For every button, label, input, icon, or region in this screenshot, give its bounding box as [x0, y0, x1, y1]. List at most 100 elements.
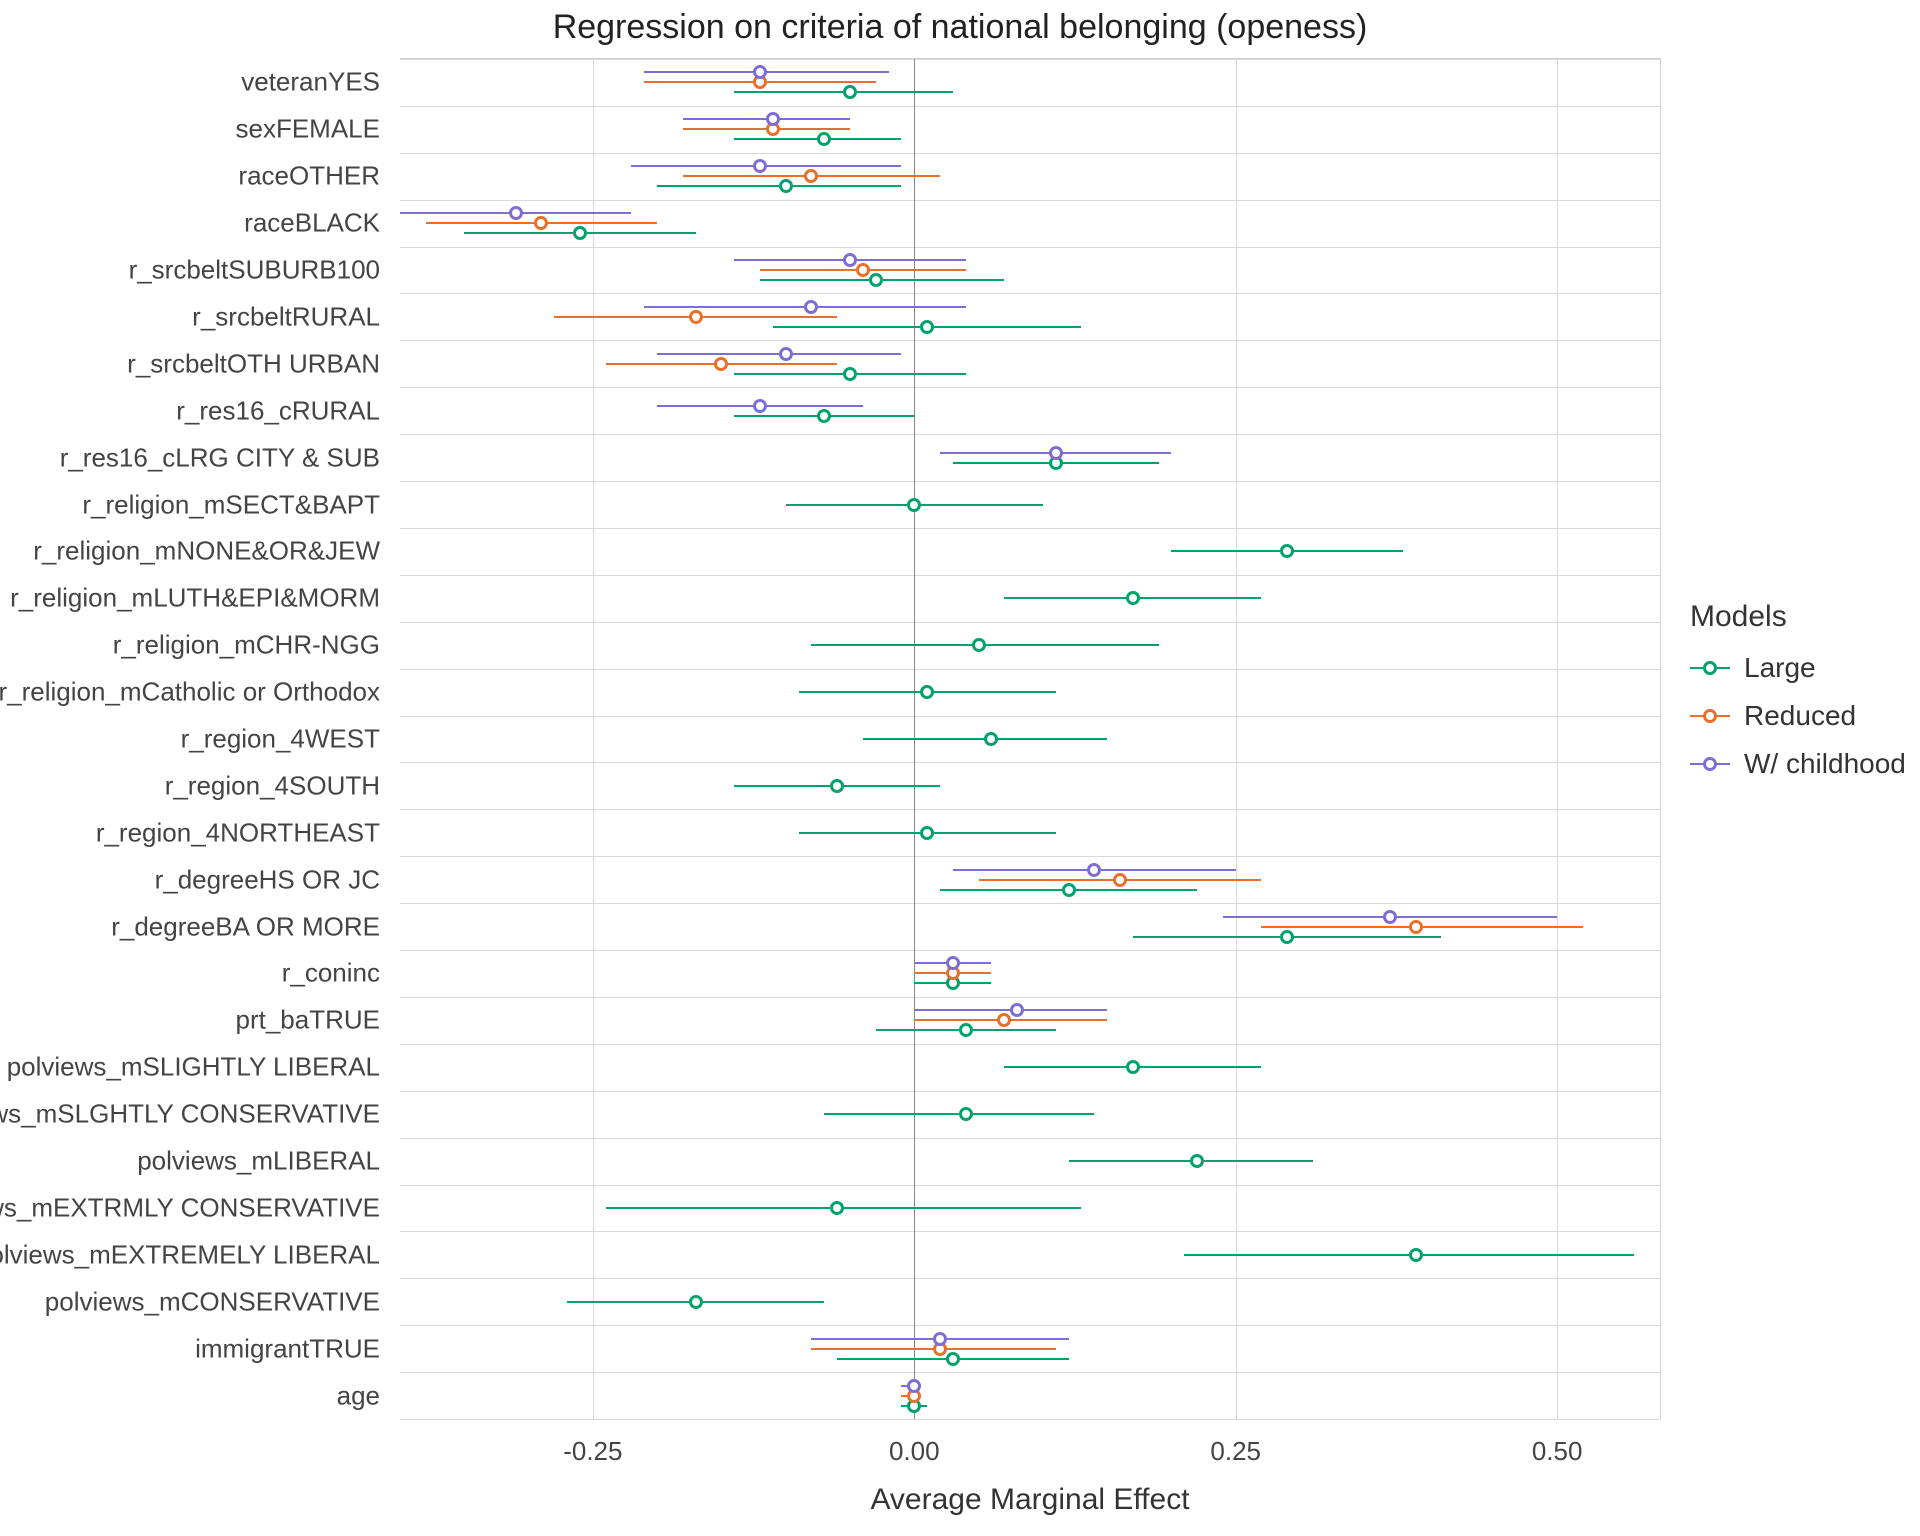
grid-line-h [400, 387, 1660, 388]
legend-swatch [1690, 715, 1730, 717]
legend-swatch [1690, 763, 1730, 765]
data-point [843, 367, 857, 381]
data-point [946, 956, 960, 970]
x-axis-title: Average Marginal Effect [870, 1483, 1189, 1517]
legend-swatch [1690, 667, 1730, 669]
data-point [817, 132, 831, 146]
data-point [1113, 873, 1127, 887]
data-point [907, 1379, 921, 1393]
grid-line-v [1236, 59, 1237, 1419]
data-point [920, 320, 934, 334]
grid-line-h [400, 1231, 1660, 1232]
y-tick-label: raceBLACK [244, 208, 380, 239]
chart-container: Regression on criteria of national belon… [0, 0, 1920, 1536]
data-point [869, 273, 883, 287]
x-tick-label: -0.25 [563, 1436, 622, 1467]
grid-line-h [400, 1091, 1660, 1092]
legend-item: Large [1690, 652, 1906, 684]
data-point [1383, 910, 1397, 924]
y-tick-label: raceOTHER [238, 161, 380, 192]
grid-line-h [400, 106, 1660, 107]
data-point [907, 498, 921, 512]
chart-title: Regression on criteria of national belon… [0, 8, 1920, 47]
legend-title: Models [1690, 600, 1906, 634]
y-tick-label: r_degreeBA OR MORE [111, 911, 380, 942]
grid-line-h [400, 1372, 1660, 1373]
plot-area: Average Marginal Effect -0.250.000.250.5… [400, 58, 1661, 1419]
data-point [946, 1352, 960, 1366]
grid-line-h [400, 1278, 1660, 1279]
y-tick-label: polviews_mCONSERVATIVE [45, 1286, 380, 1317]
data-point [1087, 863, 1101, 877]
grid-line-h [400, 622, 1660, 623]
data-point [830, 779, 844, 793]
data-point [573, 226, 587, 240]
y-tick-label: immigrantTRUE [195, 1333, 380, 1364]
data-point [1010, 1003, 1024, 1017]
grid-line-h [400, 481, 1660, 482]
data-point [753, 399, 767, 413]
grid-line-h [400, 669, 1660, 670]
data-point [843, 85, 857, 99]
data-point [1190, 1154, 1204, 1168]
data-point [534, 216, 548, 230]
data-point [920, 826, 934, 840]
grid-line-v [1557, 59, 1558, 1419]
y-tick-label: r_religion_mCatholic or Orthodox [0, 677, 380, 708]
data-point [856, 263, 870, 277]
y-tick-label: polviews_mSLGHTLY CONSERVATIVE [0, 1099, 380, 1130]
data-point [1280, 544, 1294, 558]
y-tick-label: prt_baTRUE [236, 1005, 381, 1036]
data-point [804, 169, 818, 183]
y-tick-label: sexFEMALE [236, 114, 381, 145]
legend-item: W/ childhood [1690, 748, 1906, 780]
data-point [509, 206, 523, 220]
y-tick-label: r_srcbeltOTH URBAN [127, 348, 380, 379]
grid-line-h [400, 434, 1660, 435]
grid-line-h [400, 59, 1660, 60]
y-tick-label: veteranYES [241, 67, 380, 98]
grid-line-h [400, 1325, 1660, 1326]
grid-line-h [400, 1138, 1660, 1139]
data-point [753, 65, 767, 79]
data-point [1409, 1248, 1423, 1262]
data-point [753, 159, 767, 173]
y-tick-label: r_region_4SOUTH [165, 770, 380, 801]
grid-line-h [400, 903, 1660, 904]
data-point [689, 1295, 703, 1309]
legend-label: W/ childhood [1744, 748, 1906, 780]
data-point [817, 409, 831, 423]
y-tick-label: age [337, 1380, 380, 1411]
y-tick-label: polviews_mLIBERAL [137, 1146, 380, 1177]
data-point [1126, 1060, 1140, 1074]
data-point [933, 1332, 947, 1346]
x-tick-label: 0.50 [1532, 1436, 1583, 1467]
y-tick-label: r_region_4WEST [181, 724, 380, 755]
y-tick-label: polviews_mSLIGHTLY LIBERAL [7, 1052, 380, 1083]
data-point [830, 1201, 844, 1215]
grid-line-h [400, 293, 1660, 294]
x-tick-label: 0.25 [1210, 1436, 1261, 1467]
data-point [1409, 920, 1423, 934]
grid-line-h [400, 856, 1660, 857]
data-point [1126, 591, 1140, 605]
y-tick-label: r_res16_cRURAL [176, 395, 380, 426]
grid-line-h [400, 716, 1660, 717]
y-tick-label: r_srcbeltRURAL [192, 301, 380, 332]
grid-line-h [400, 950, 1660, 951]
y-tick-label: r_religion_mCHR-NGG [113, 630, 380, 661]
y-tick-label: r_religion_mNONE&OR&JEW [33, 536, 380, 567]
grid-line-h [400, 997, 1660, 998]
grid-line-h [400, 528, 1660, 529]
data-point [959, 1107, 973, 1121]
data-point [1049, 446, 1063, 460]
grid-line-h [400, 809, 1660, 810]
grid-line-h [400, 340, 1660, 341]
grid-line-h [400, 1185, 1660, 1186]
data-point [959, 1023, 973, 1037]
grid-line-h [400, 575, 1660, 576]
y-tick-label: r_coninc [282, 958, 380, 989]
legend: Models LargeReducedW/ childhood [1690, 600, 1906, 796]
data-point [1280, 930, 1294, 944]
grid-line-h [400, 153, 1660, 154]
